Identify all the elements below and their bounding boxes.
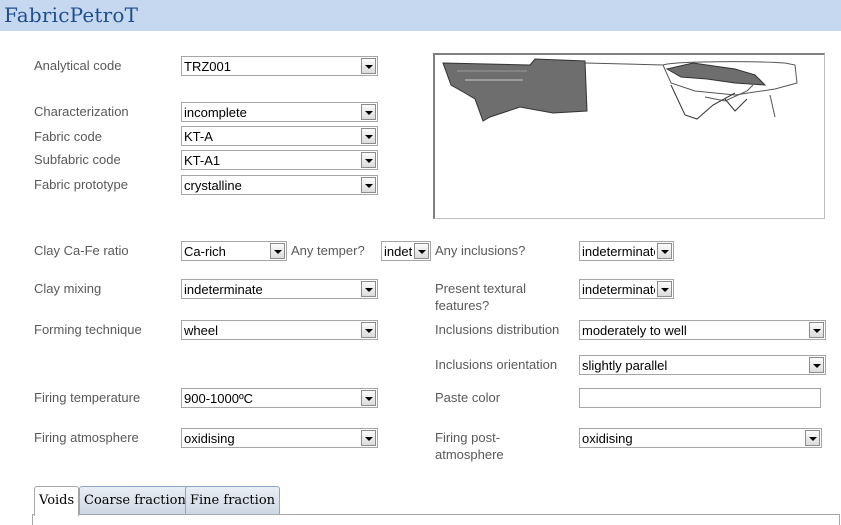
tab-strip: Voids Coarse fraction Fine fraction xyxy=(32,486,838,518)
sherd-profile-image xyxy=(442,58,798,122)
chevron-down-icon[interactable] xyxy=(809,322,824,338)
inclusions-orientation-label: Inclusions orientation xyxy=(435,357,558,372)
present-textural-features-combo[interactable]: indeterminate xyxy=(579,279,674,299)
clay-ca-fe-ratio-value: Ca-rich xyxy=(184,244,226,259)
characterization-value: incomplete xyxy=(184,105,247,120)
chevron-down-icon[interactable] xyxy=(361,430,376,446)
fabric-prototype-label: Fabric prototype xyxy=(34,177,128,192)
firing-temperature-value: 900-1000ºC xyxy=(184,391,254,406)
inclusions-orientation-value: slightly parallel xyxy=(582,358,668,373)
clay-mixing-combo[interactable]: indeterminate xyxy=(181,279,378,299)
forming-technique-combo[interactable]: wheel xyxy=(181,320,378,340)
firing-atmosphere-combo[interactable]: oxidising xyxy=(181,428,378,448)
chevron-down-icon[interactable] xyxy=(805,430,820,446)
forming-technique-value: wheel xyxy=(184,323,218,338)
paste-color-label: Paste color xyxy=(435,390,501,405)
firing-temperature-label: Firing temperature xyxy=(34,390,141,405)
firing-post-atmosphere-label-line2: atmosphere xyxy=(435,447,504,462)
fabric-code-combo[interactable]: KT-A xyxy=(181,126,378,146)
analytical-code-combo[interactable]: TRZ001 xyxy=(181,56,378,76)
chevron-down-icon[interactable] xyxy=(361,128,376,144)
subfabric-code-value: KT-A1 xyxy=(184,153,221,168)
chevron-down-icon[interactable] xyxy=(361,152,376,168)
characterization-combo[interactable]: incomplete xyxy=(181,102,378,122)
tab-coarse-fraction[interactable]: Coarse fraction xyxy=(79,486,191,514)
any-inclusions-label: Any inclusions? xyxy=(435,243,526,258)
firing-atmosphere-label: Firing atmosphere xyxy=(34,430,139,445)
analytical-code-label: Analytical code xyxy=(34,58,122,73)
any-temper-label: Any temper? xyxy=(291,243,365,258)
analytical-code-value: TRZ001 xyxy=(184,59,231,74)
any-temper-value: indeterminate xyxy=(384,244,412,259)
fabric-code-value: KT-A xyxy=(184,129,213,144)
title-bar: FabricPetroT xyxy=(0,0,841,31)
fabric-code-label: Fabric code xyxy=(34,129,102,144)
firing-post-atmosphere-label-line1: Firing post- xyxy=(435,430,501,445)
chevron-down-icon[interactable] xyxy=(361,58,376,74)
chevron-down-icon[interactable] xyxy=(361,104,376,120)
fabric-prototype-combo[interactable]: crystalline xyxy=(181,175,378,195)
tab-fine-fraction[interactable]: Fine fraction xyxy=(185,486,281,514)
app-title: FabricPetroT xyxy=(4,3,139,27)
firing-post-atmosphere-value: oxidising xyxy=(582,431,633,446)
chevron-down-icon[interactable] xyxy=(270,243,285,259)
fabric-prototype-value: crystalline xyxy=(184,178,242,193)
inclusions-distribution-label: Inclusions distribution xyxy=(435,322,560,337)
present-textural-features-label-line2: features? xyxy=(435,298,490,313)
any-inclusions-combo[interactable]: indeterminate xyxy=(579,241,674,261)
clay-mixing-value: indeterminate xyxy=(184,282,263,297)
chevron-down-icon[interactable] xyxy=(361,390,376,406)
present-textural-features-label-line1: Present textural xyxy=(435,281,527,296)
firing-post-atmosphere-combo[interactable]: oxidising xyxy=(579,428,822,448)
chevron-down-icon[interactable] xyxy=(809,357,824,373)
chevron-down-icon[interactable] xyxy=(361,281,376,297)
subfabric-code-label: Subfabric code xyxy=(34,152,121,167)
chevron-down-icon[interactable] xyxy=(414,243,429,259)
firing-temperature-combo[interactable]: 900-1000ºC xyxy=(181,388,378,408)
chevron-down-icon[interactable] xyxy=(657,281,672,297)
clay-mixing-label: Clay mixing xyxy=(34,281,102,296)
clay-ca-fe-ratio-label: Clay Ca-Fe ratio xyxy=(34,243,129,258)
any-temper-combo[interactable]: indeterminate xyxy=(381,241,431,261)
sherd-drawing xyxy=(433,53,825,219)
present-textural-features-value: indeterminate xyxy=(582,282,655,297)
subfabric-code-combo[interactable]: KT-A1 xyxy=(181,150,378,170)
chevron-down-icon[interactable] xyxy=(361,177,376,193)
inclusions-distribution-combo[interactable]: moderately to well xyxy=(579,320,826,340)
inclusions-distribution-value: moderately to well xyxy=(582,323,687,338)
chevron-down-icon[interactable] xyxy=(657,243,672,259)
clay-ca-fe-ratio-combo[interactable]: Ca-rich xyxy=(181,241,287,261)
firing-atmosphere-value: oxidising xyxy=(184,431,235,446)
inclusions-orientation-combo[interactable]: slightly parallel xyxy=(579,355,826,375)
paste-color-input[interactable] xyxy=(579,388,821,408)
forming-technique-label: Forming technique xyxy=(34,322,142,337)
characterization-label: Characterization xyxy=(34,104,129,119)
tab-voids[interactable]: Voids xyxy=(34,486,80,516)
chevron-down-icon[interactable] xyxy=(361,322,376,338)
any-inclusions-value: indeterminate xyxy=(582,244,655,259)
